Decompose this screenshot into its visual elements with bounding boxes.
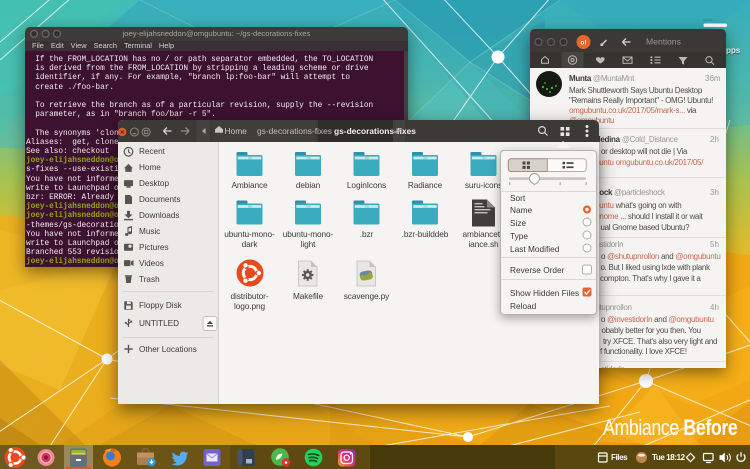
svg-text:gs-decorations-fixes: gs-decorations-fixes [257, 126, 332, 136]
svg-text:o!: o! [580, 40, 586, 47]
svg-text:Home: Home [225, 126, 248, 136]
svg-text:gs-decorations-fixes: gs-decorations-fixes [334, 126, 416, 136]
svg-text:Mentions: Mentions [646, 37, 681, 47]
